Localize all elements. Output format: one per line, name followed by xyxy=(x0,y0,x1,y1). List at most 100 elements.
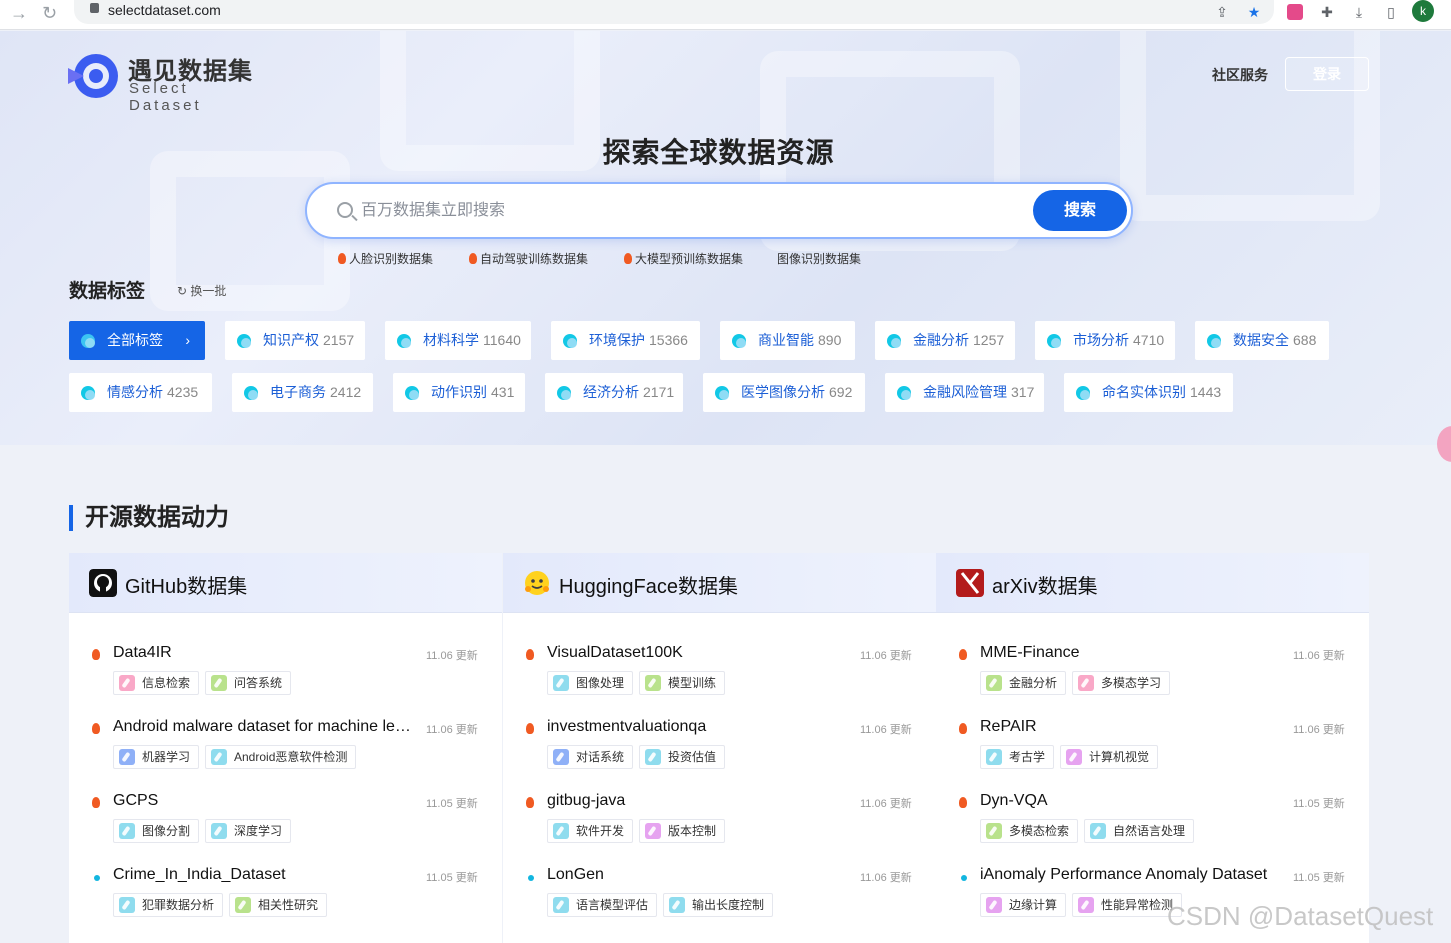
back-forward-icons[interactable]: →↻ xyxy=(10,3,64,24)
extension-app-icon[interactable] xyxy=(1287,4,1303,20)
login-button[interactable]: 登录 xyxy=(1285,57,1369,91)
dataset-item[interactable]: MME-Finance 11.06 更新 金融分析 多模态学习 xyxy=(936,637,1369,707)
dataset-name[interactable]: VisualDataset100K xyxy=(547,644,851,662)
fire-icon xyxy=(959,649,967,660)
tag-item[interactable]: 电子商务 2412 xyxy=(232,373,373,412)
dataset-item[interactable]: investmentvaluationqa 11.06 更新 对话系统 投资估值 xyxy=(503,711,936,781)
tag-pen-icon xyxy=(986,897,1002,913)
url-text[interactable]: selectdataset.com xyxy=(108,2,221,18)
tag-item[interactable]: 金融分析 1257 xyxy=(875,321,1015,360)
dataset-tag[interactable]: 考古学 xyxy=(980,745,1055,769)
tag-pen-icon xyxy=(211,675,227,691)
hot-search-link[interactable]: 图像识别数据集 xyxy=(777,250,861,267)
dataset-item[interactable]: Android malware dataset for machine lear… xyxy=(69,711,502,781)
dataset-tag[interactable]: 自然语言处理 xyxy=(1084,819,1195,843)
dataset-tag[interactable]: 模型训练 xyxy=(639,671,726,695)
update-date: 11.06 更新 xyxy=(426,650,478,662)
tag-item[interactable]: 经济分析 2171 xyxy=(545,373,683,412)
dataset-item[interactable]: Crime_In_India_Dataset 11.05 更新 犯罪数据分析 相… xyxy=(69,859,502,929)
dataset-item[interactable]: RePAIR 11.06 更新 考古学 计算机视觉 xyxy=(936,711,1369,781)
dataset-item[interactable]: Data4IR 11.06 更新 信息检索 问答系统 xyxy=(69,637,502,707)
browser-toolbar: →↻ selectdataset.com ⇪ ★ ✚ ⤓ ▯ k xyxy=(0,0,1451,30)
dataset-tag[interactable]: 信息检索 xyxy=(113,671,200,695)
tag-item[interactable]: 情感分析 4235 xyxy=(69,373,212,412)
dataset-name[interactable]: Dyn-VQA xyxy=(980,792,1284,810)
address-bar[interactable] xyxy=(74,0,1274,24)
tag-icon xyxy=(563,334,577,348)
dataset-tag[interactable]: 性能异常检测 xyxy=(1072,893,1183,917)
column-title: arXiv数据集 xyxy=(992,576,1098,598)
dataset-name[interactable]: investmentvaluationqa xyxy=(547,718,851,736)
dataset-tag[interactable]: 语言模型评估 xyxy=(547,893,658,917)
dataset-tag[interactable]: 版本控制 xyxy=(639,819,726,843)
dataset-item[interactable]: LonGen 11.06 更新 语言模型评估 输出长度控制 xyxy=(503,859,936,929)
dataset-item[interactable]: VisualDataset100K 11.06 更新 图像处理 模型训练 xyxy=(503,637,936,707)
dataset-item[interactable]: gitbug-java 11.06 更新 软件开发 版本控制 xyxy=(503,785,936,855)
dot-icon xyxy=(528,875,534,881)
dataset-tag[interactable]: 深度学习 xyxy=(205,819,292,843)
dataset-tag[interactable]: 计算机视觉 xyxy=(1060,745,1159,769)
dataset-name[interactable]: MME-Finance xyxy=(980,644,1284,662)
tag-item[interactable]: 市场分析 4710 xyxy=(1035,321,1175,360)
dataset-tag[interactable]: 问答系统 xyxy=(205,671,292,695)
tag-item[interactable]: 数据安全 688 xyxy=(1195,321,1329,360)
dataset-tag[interactable]: 多模态检索 xyxy=(980,819,1079,843)
tags-heading: 数据标签 xyxy=(69,281,146,302)
dataset-tag[interactable]: 输出长度控制 xyxy=(663,893,774,917)
tag-icon xyxy=(715,386,729,400)
tag-item[interactable]: 命名实体识别 1443 xyxy=(1064,373,1233,412)
search-button[interactable]: 搜索 xyxy=(1033,190,1127,231)
dataset-tag[interactable]: 边缘计算 xyxy=(980,893,1067,917)
tag-item[interactable]: 知识产权 2157 xyxy=(225,321,365,360)
dataset-tag[interactable]: 相关性研究 xyxy=(229,893,328,917)
tag-pen-icon xyxy=(1066,749,1082,765)
dataset-name[interactable]: Data4IR xyxy=(113,644,417,662)
tag-pen-icon xyxy=(986,749,1002,765)
share-icon[interactable]: ⇪ xyxy=(1214,4,1230,20)
dataset-tag[interactable]: 机器学习 xyxy=(113,745,200,769)
site-logo[interactable]: 遇见数据集 Select Dataset xyxy=(68,48,258,114)
dataset-tag[interactable]: 投资估值 xyxy=(639,745,726,769)
dataset-name[interactable]: Android malware dataset for machine lear… xyxy=(113,718,417,736)
community-link[interactable]: 社区服务 xyxy=(1212,65,1268,85)
hot-search-link[interactable]: 人脸识别数据集 xyxy=(338,250,433,267)
tag-item[interactable]: 材料科学 11640 xyxy=(385,321,531,360)
dataset-item[interactable]: GCPS 11.05 更新 图像分割 深度学习 xyxy=(69,785,502,855)
hot-search-link[interactable]: 大模型预训练数据集 xyxy=(624,250,743,267)
dataset-tag[interactable]: Android恶意软件检测 xyxy=(205,745,357,769)
download-icon[interactable]: ⤓ xyxy=(1351,4,1367,20)
tag-item[interactable]: 金融风险管理 317 xyxy=(885,373,1044,412)
dataset-name[interactable]: Crime_In_India_Dataset xyxy=(113,866,417,884)
dataset-tag[interactable]: 对话系统 xyxy=(547,745,634,769)
dataset-name[interactable]: RePAIR xyxy=(980,718,1284,736)
tag-item[interactable]: 商业智能 890 xyxy=(720,321,855,360)
hot-search-link[interactable]: 自动驾驶训练数据集 xyxy=(469,250,588,267)
tag-item[interactable]: 动作识别 431 xyxy=(393,373,525,412)
tag-all[interactable]: 全部标签 › xyxy=(69,321,205,360)
dataset-tag[interactable]: 图像分割 xyxy=(113,819,200,843)
dataset-name[interactable]: LonGen xyxy=(547,866,851,884)
dataset-name[interactable]: iAnomaly Performance Anomaly Dataset xyxy=(980,866,1284,884)
tag-pen-icon xyxy=(553,675,569,691)
dataset-tag[interactable]: 多模态学习 xyxy=(1072,671,1171,695)
profile-avatar[interactable]: k xyxy=(1412,0,1434,22)
tag-item[interactable]: 医学图像分析 692 xyxy=(703,373,865,412)
tag-icon xyxy=(732,334,746,348)
dataset-tag[interactable]: 金融分析 xyxy=(980,671,1067,695)
refresh-tags-link[interactable]: ↻ 换一批 xyxy=(177,282,226,299)
fire-icon xyxy=(92,649,100,660)
dataset-tag[interactable]: 图像处理 xyxy=(547,671,634,695)
bookmark-star-icon[interactable]: ★ xyxy=(1246,4,1262,20)
dataset-tag[interactable]: 犯罪数据分析 xyxy=(113,893,224,917)
dataset-name[interactable]: gitbug-java xyxy=(547,792,851,810)
tag-icon xyxy=(887,334,901,348)
dataset-item[interactable]: Dyn-VQA 11.05 更新 多模态检索 自然语言处理 xyxy=(936,785,1369,855)
extensions-puzzle-icon[interactable]: ✚ xyxy=(1319,4,1335,20)
tag-item[interactable]: 环境保护 15366 xyxy=(551,321,700,360)
fire-icon xyxy=(92,723,100,734)
dataset-tag[interactable]: 软件开发 xyxy=(547,819,634,843)
side-panel-icon[interactable]: ▯ xyxy=(1383,4,1399,20)
search-input[interactable] xyxy=(361,197,1021,225)
arxiv-icon xyxy=(956,569,984,597)
dataset-name[interactable]: GCPS xyxy=(113,792,417,810)
